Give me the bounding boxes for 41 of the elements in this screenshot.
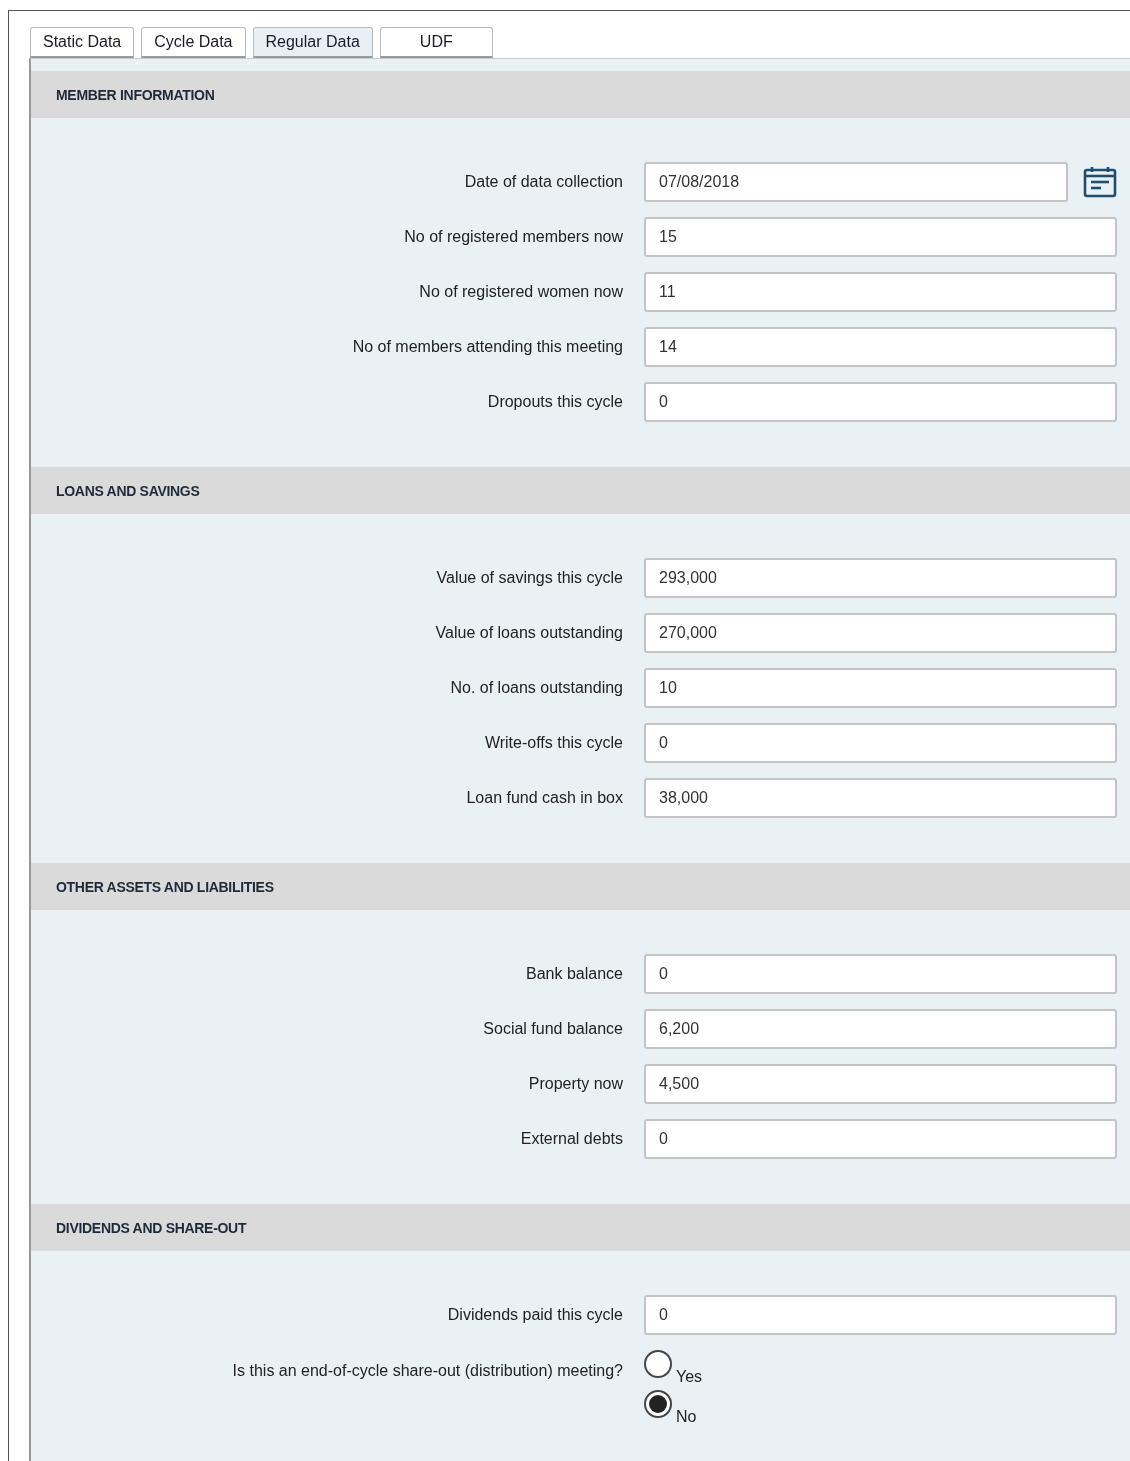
field-label: Bank balance xyxy=(525,965,623,983)
input-field[interactable]: 0 xyxy=(644,382,1117,422)
field-label: Dropouts this cycle xyxy=(486,393,623,411)
input-field[interactable]: 0 xyxy=(644,723,1117,763)
input-field[interactable]: 11 xyxy=(644,272,1117,312)
radio-label[interactable]: Yes xyxy=(676,1368,703,1386)
input-field[interactable]: 14 xyxy=(644,327,1117,367)
input-field[interactable]: 4,500 xyxy=(644,1064,1117,1104)
tab[interactable]: Cycle Data xyxy=(141,27,246,58)
field-label: No of registered members now xyxy=(403,228,623,246)
field-label: Dividends paid this cycle xyxy=(446,1306,623,1324)
input-field[interactable]: 0 xyxy=(644,1295,1117,1335)
tab[interactable]: Static Data xyxy=(30,27,135,58)
input-field[interactable]: 15 xyxy=(644,217,1117,257)
field-label: Property now xyxy=(527,1075,623,1093)
section-title: OTHER ASSETS AND LIABILITIES xyxy=(56,878,274,895)
input-field[interactable]: 0 xyxy=(644,954,1117,994)
input-field[interactable]: 293,000 xyxy=(644,558,1117,598)
tab[interactable]: Regular Data xyxy=(252,27,373,58)
date-field[interactable]: 07/08/2018 xyxy=(644,162,1068,202)
field-label: Is this an end-of-cycle share-out (distribution) meeting? xyxy=(231,1361,623,1380)
field-label: Value of savings this cycle xyxy=(435,569,623,587)
field-label: No of members attending this meeting xyxy=(351,338,623,356)
section-title: LOANS AND SAVINGS xyxy=(56,482,200,499)
section-title: DIVIDENDS AND SHARE-OUT xyxy=(56,1219,247,1236)
section-title: MEMBER INFORMATION xyxy=(56,86,215,103)
input-field[interactable]: 10 xyxy=(644,668,1117,708)
field-label: Date of data collection xyxy=(463,173,623,191)
field-label: External debts xyxy=(519,1130,623,1148)
field-label: No. of loans outstanding xyxy=(449,679,623,697)
field-label: Social fund balance xyxy=(482,1020,623,1038)
tab[interactable]: UDF xyxy=(379,27,493,58)
radio-label[interactable]: No xyxy=(676,1408,697,1426)
field-label: Loan fund cash in box xyxy=(465,789,623,807)
input-field[interactable]: 270,000 xyxy=(644,613,1117,653)
input-field[interactable]: 38,000 xyxy=(644,778,1117,818)
input-field[interactable]: 6,200 xyxy=(644,1009,1117,1049)
field-label: No of registered women now xyxy=(418,283,623,301)
field-label: Value of loans outstanding xyxy=(434,624,623,642)
input-field[interactable]: 0 xyxy=(644,1119,1117,1159)
field-label: Write-offs this cycle xyxy=(483,734,623,752)
